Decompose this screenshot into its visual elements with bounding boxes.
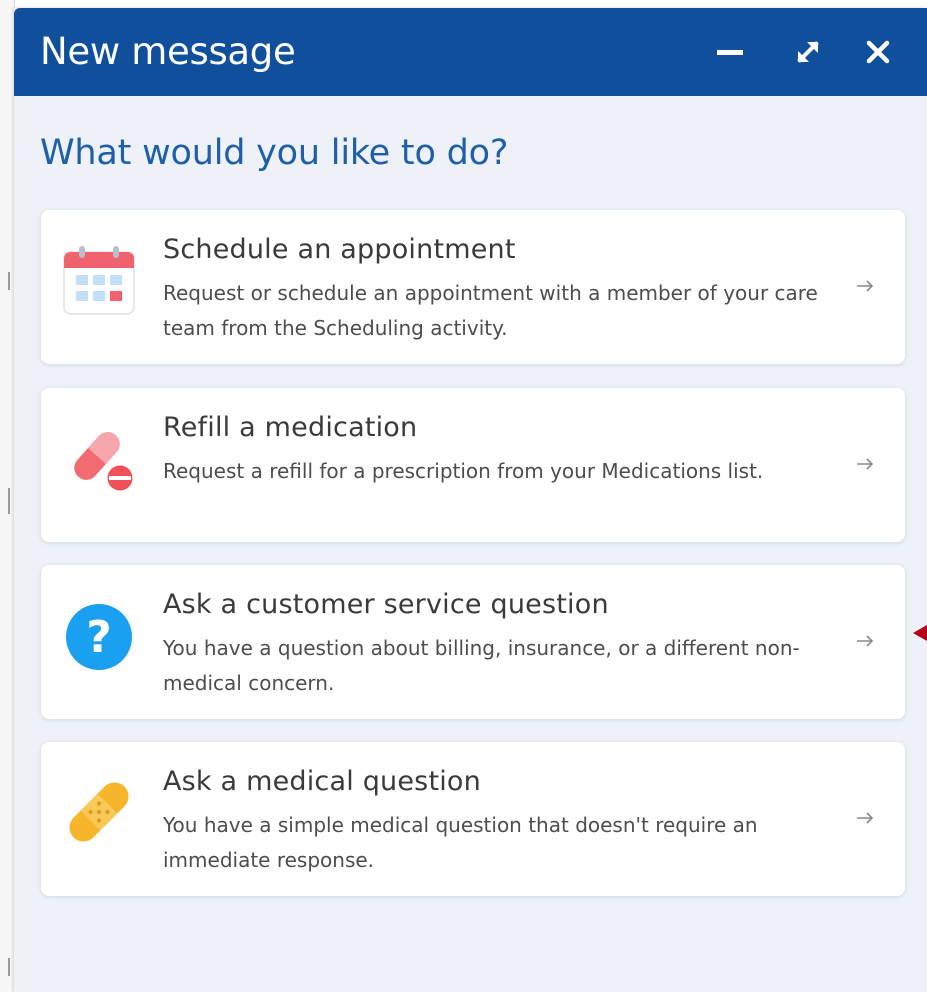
expand-button[interactable] (786, 30, 830, 74)
option-title: Ask a medical question (163, 766, 481, 797)
question-mark-icon: ? (66, 604, 132, 670)
edge-mark (8, 958, 10, 976)
edge-mark (8, 488, 10, 514)
arrow-right-icon (857, 280, 874, 292)
dialog-titlebar: New message (14, 8, 927, 96)
prompt-heading: What would you like to do? (40, 133, 509, 173)
option-title: Schedule an appointment (163, 234, 516, 265)
pill-icon (74, 432, 136, 494)
svg-text:?: ? (86, 612, 112, 663)
option-title: Ask a customer service question (163, 589, 609, 620)
edge-mark (8, 272, 10, 290)
bandage-icon (69, 782, 129, 842)
arrow-right-icon (857, 812, 874, 824)
dialog-title: New message (40, 30, 296, 73)
calendar-icon (63, 246, 135, 315)
minimize-button[interactable] (708, 30, 752, 74)
arrow-right-icon (857, 458, 874, 470)
option-description: You have a question about billing, insur… (163, 636, 800, 695)
option-schedule-appointment[interactable]: Schedule an appointment Request or sched… (41, 210, 905, 364)
close-icon (866, 40, 890, 64)
option-medical-question[interactable]: Ask a medical question You have a simple… (41, 742, 905, 896)
expand-icon (797, 41, 819, 63)
option-title: Refill a medication (163, 412, 418, 443)
option-customer-service-question[interactable]: ? Ask a customer service question You ha… (41, 565, 905, 719)
option-description: Request or schedule an appointment with … (163, 281, 818, 340)
option-description: Request a refill for a prescription from… (163, 459, 764, 483)
close-button[interactable] (856, 30, 900, 74)
arrow-right-icon (857, 635, 874, 647)
option-refill-medication[interactable]: Refill a medication Request a refill for… (41, 388, 905, 542)
background-window-edge (0, 0, 15, 992)
minimize-icon (717, 50, 743, 55)
option-description: You have a simple medical question that … (163, 813, 758, 872)
new-message-dialog: New message What would you like to do? S… (14, 8, 927, 992)
annotation-pointer-arrow (913, 625, 927, 641)
